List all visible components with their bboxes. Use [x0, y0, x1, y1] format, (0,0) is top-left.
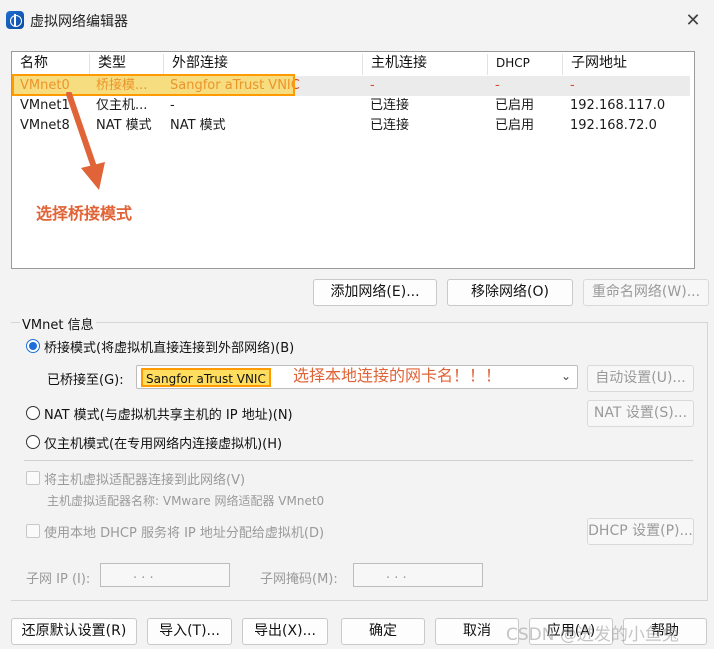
- adapter-name-text: 主机虚拟适配器名称: VMware 网络适配器 VMnet0: [47, 494, 325, 508]
- table-row[interactable]: VMnet0 桥接模... Sangfor aTrust VNIC - - -: [14, 76, 690, 96]
- import-button[interactable]: 导入(T)...: [147, 618, 232, 645]
- column-header-name[interactable]: 名称: [12, 54, 90, 75]
- table-row[interactable]: VMnet8 NAT 模式 NAT 模式 已连接 已启用 192.168.72.…: [14, 116, 690, 136]
- vmnet-info-label: VMnet 信息: [20, 314, 96, 333]
- auto-settings-button[interactable]: 自动设置(U)...: [587, 365, 694, 392]
- connect-adapter-label[interactable]: 将主机虚拟适配器连接到此网络(V): [44, 469, 245, 488]
- close-button[interactable]: ✕: [680, 8, 706, 34]
- subnet-ip-input[interactable]: . . .: [100, 563, 230, 587]
- apply-button[interactable]: 应用(A): [529, 618, 613, 645]
- row-host: 已连接: [370, 98, 410, 113]
- use-dhcp-checkbox[interactable]: [26, 524, 40, 538]
- row-external: Sangfor aTrust VNIC: [170, 78, 300, 93]
- subnet-mask-input[interactable]: . . .: [353, 563, 483, 587]
- table-row[interactable]: VMnet1 仅主机... - 已连接 已启用 192.168.117.0: [14, 96, 690, 116]
- row-dhcp: 已启用: [495, 118, 535, 133]
- host-only-label[interactable]: 仅主机模式(在专用网络内连接虚拟机)(H): [44, 433, 282, 452]
- connect-adapter-checkbox[interactable]: [26, 471, 40, 485]
- section-divider: [24, 460, 693, 461]
- column-header-subnet[interactable]: 子网地址: [563, 54, 687, 75]
- vmware-network-icon: [6, 11, 24, 29]
- annotation-select-bridge: 选择桥接模式: [36, 204, 133, 223]
- chevron-down-icon: ⌄: [560, 369, 571, 383]
- add-network-button[interactable]: 添加网络(E)...: [313, 279, 437, 306]
- column-header-external[interactable]: 外部连接: [164, 54, 363, 75]
- row-external: -: [170, 98, 175, 113]
- export-button[interactable]: 导出(X)...: [242, 618, 328, 645]
- row-subnet: 192.168.72.0: [570, 118, 657, 133]
- title-bar: 虚拟网络编辑器 ✕: [0, 0, 714, 42]
- bridged-to-value: Sangfor aTrust VNIC: [141, 368, 271, 387]
- close-icon: ✕: [685, 10, 701, 31]
- nat-radio[interactable]: [26, 406, 40, 420]
- annotation-arrow-icon: [66, 92, 105, 190]
- subnet-ip-label: 子网 IP (I):: [26, 572, 91, 587]
- ip-separators: . . .: [133, 567, 154, 582]
- row-host: -: [370, 78, 375, 93]
- subnet-mask-label: 子网掩码(M):: [260, 572, 338, 587]
- use-dhcp-label[interactable]: 使用本地 DHCP 服务将 IP 地址分配给虚拟机(D): [44, 522, 324, 541]
- restore-defaults-button[interactable]: 还原默认设置(R): [11, 618, 137, 645]
- bridged-label[interactable]: 桥接模式(将虚拟机直接连接到外部网络)(B): [44, 337, 294, 356]
- annotation-select-nic: 选择本地连接的网卡名！！！: [293, 366, 502, 385]
- dhcp-settings-button[interactable]: DHCP 设置(P)...: [587, 518, 694, 545]
- help-button[interactable]: 帮助: [623, 618, 707, 645]
- mask-separators: . . .: [386, 567, 407, 582]
- list-header: 名称 类型 外部连接 主机连接 DHCP 子网地址: [12, 52, 694, 75]
- row-external: NAT 模式: [170, 118, 226, 133]
- bridged-radio[interactable]: [26, 339, 40, 353]
- host-only-radio[interactable]: [26, 435, 40, 449]
- rename-network-button[interactable]: 重命名网络(W)...: [583, 279, 709, 306]
- row-host: 已连接: [370, 118, 410, 133]
- column-header-dhcp[interactable]: DHCP: [488, 54, 563, 75]
- remove-network-button[interactable]: 移除网络(O): [447, 279, 573, 306]
- window-title: 虚拟网络编辑器: [30, 14, 128, 30]
- column-header-host[interactable]: 主机连接: [363, 54, 488, 75]
- row-dhcp: 已启用: [495, 98, 535, 113]
- ok-button[interactable]: 确定: [341, 618, 425, 645]
- row-subnet: 192.168.117.0: [570, 98, 666, 113]
- column-header-type[interactable]: 类型: [90, 54, 164, 75]
- nat-label[interactable]: NAT 模式(与虚拟机共享主机的 IP 地址)(N): [44, 404, 293, 423]
- row-subnet: -: [570, 78, 575, 93]
- bridged-to-label: 已桥接至(G):: [47, 373, 124, 388]
- cancel-button[interactable]: 取消: [435, 618, 519, 645]
- row-dhcp: -: [495, 78, 500, 93]
- nat-settings-button[interactable]: NAT 设置(S)...: [587, 400, 694, 427]
